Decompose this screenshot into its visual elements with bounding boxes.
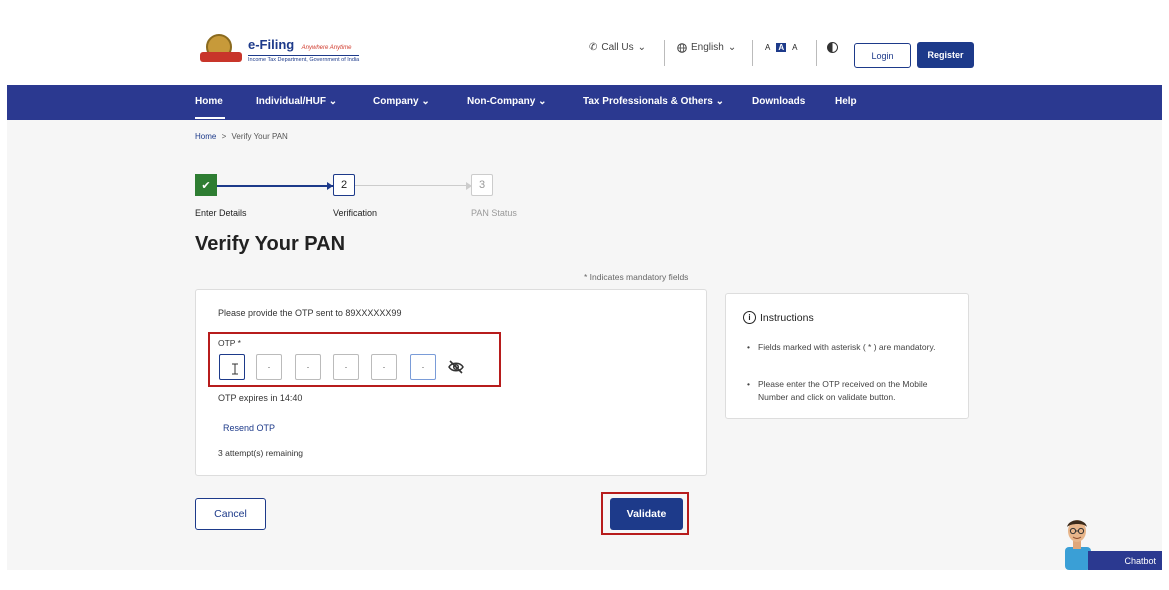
breadcrumb-current: Verify Your PAN [231,132,288,141]
phone-icon: ✆ [589,42,598,53]
nav-tax-professionals[interactable]: Tax Professionals & Others ⌄ [583,96,724,107]
step-2-label: Verification [333,208,378,218]
step-1-label: Enter Details [195,208,247,218]
otp-digit-2[interactable]: · [256,354,282,380]
instruction-item: Fields marked with asterisk ( * ) are ma… [747,341,957,354]
emblem-icon [200,32,242,66]
resend-otp-link[interactable]: Resend OTP [223,423,275,433]
divider [664,40,665,66]
step-connector [217,185,333,187]
step-3-indicator: 3 [471,174,493,196]
font-increase-button[interactable]: A [792,43,797,52]
otp-label: OTP * [218,338,241,348]
eye-off-icon[interactable] [447,358,465,376]
language-dropdown[interactable]: English ⌄ [677,42,736,53]
validate-button[interactable]: Validate [610,498,683,530]
otp-digit-5[interactable]: · [371,354,397,380]
logo-tagline: Anywhere Anytime [301,44,352,51]
chatbot-button[interactable]: Chatbot [1088,551,1162,570]
text-cursor-icon [232,363,238,375]
page-title: Verify Your PAN [195,233,346,255]
otp-digit-3[interactable]: · [295,354,321,380]
otp-expiry-text: OTP expires in 14:40 [218,393,303,403]
login-button[interactable]: Login [854,43,911,68]
contrast-toggle-icon[interactable] [827,42,838,53]
breadcrumb: Home > Verify Your PAN [195,132,288,141]
attempts-remaining: 3 attempt(s) remaining [218,448,304,458]
language-label: English [691,42,724,53]
breadcrumb-separator: > [221,132,227,141]
instructions-title-text: Instructions [760,311,814,324]
otp-message: Please provide the OTP sent to 89XXXXXX9… [218,308,402,318]
nav-downloads[interactable]: Downloads [752,96,805,107]
top-header: e-Filing Anywhere Anytime Income Tax Dep… [7,0,1162,85]
font-normal-button[interactable]: A [776,43,787,52]
active-nav-indicator [195,117,225,119]
otp-digit-4[interactable]: · [333,354,359,380]
step-1-check-icon: ✔ [195,174,217,196]
nav-company[interactable]: Company ⌄ [373,96,430,107]
instruction-item: Please enter the OTP received on the Mob… [747,378,957,404]
main-nav: Home Individual/HUF ⌄ Company ⌄ Non-Comp… [7,85,1162,120]
register-button[interactable]: Register [917,42,974,68]
step-2-indicator: 2 [333,174,355,196]
divider [816,40,817,66]
globe-icon [677,42,687,53]
call-us-label: Call Us [601,42,634,53]
nav-help[interactable]: Help [835,96,857,107]
nav-home[interactable]: Home [195,96,223,107]
nav-non-company[interactable]: Non-Company ⌄ [467,96,547,107]
otp-digit-1[interactable] [219,354,245,380]
font-decrease-button[interactable]: A [765,43,770,52]
step-connector [355,185,471,186]
efiling-logo[interactable]: e-Filing Anywhere Anytime Income Tax Dep… [200,32,360,66]
nav-individual-huf[interactable]: Individual/HUF ⌄ [256,96,337,107]
logo-title: e-Filing [248,36,295,52]
breadcrumb-home[interactable]: Home [195,132,216,141]
divider [752,40,753,66]
page-frame: e-Filing Anywhere Anytime Income Tax Dep… [7,0,1162,570]
chevron-down-icon: ⌄ [727,42,737,53]
mandatory-note: * Indicates mandatory fields [584,272,689,282]
cancel-button[interactable]: Cancel [195,498,266,530]
font-size-controls: A A A [765,43,797,52]
call-us-dropdown[interactable]: ✆ Call Us ⌄ [589,42,646,53]
otp-digit-6[interactable]: · [410,354,436,380]
step-3-label: PAN Status [471,208,517,218]
info-icon: i [743,311,756,324]
chevron-down-icon: ⌄ [637,42,647,53]
instructions-title: i Instructions [743,311,814,324]
logo-subtitle: Income Tax Department, Government of Ind… [248,54,360,63]
